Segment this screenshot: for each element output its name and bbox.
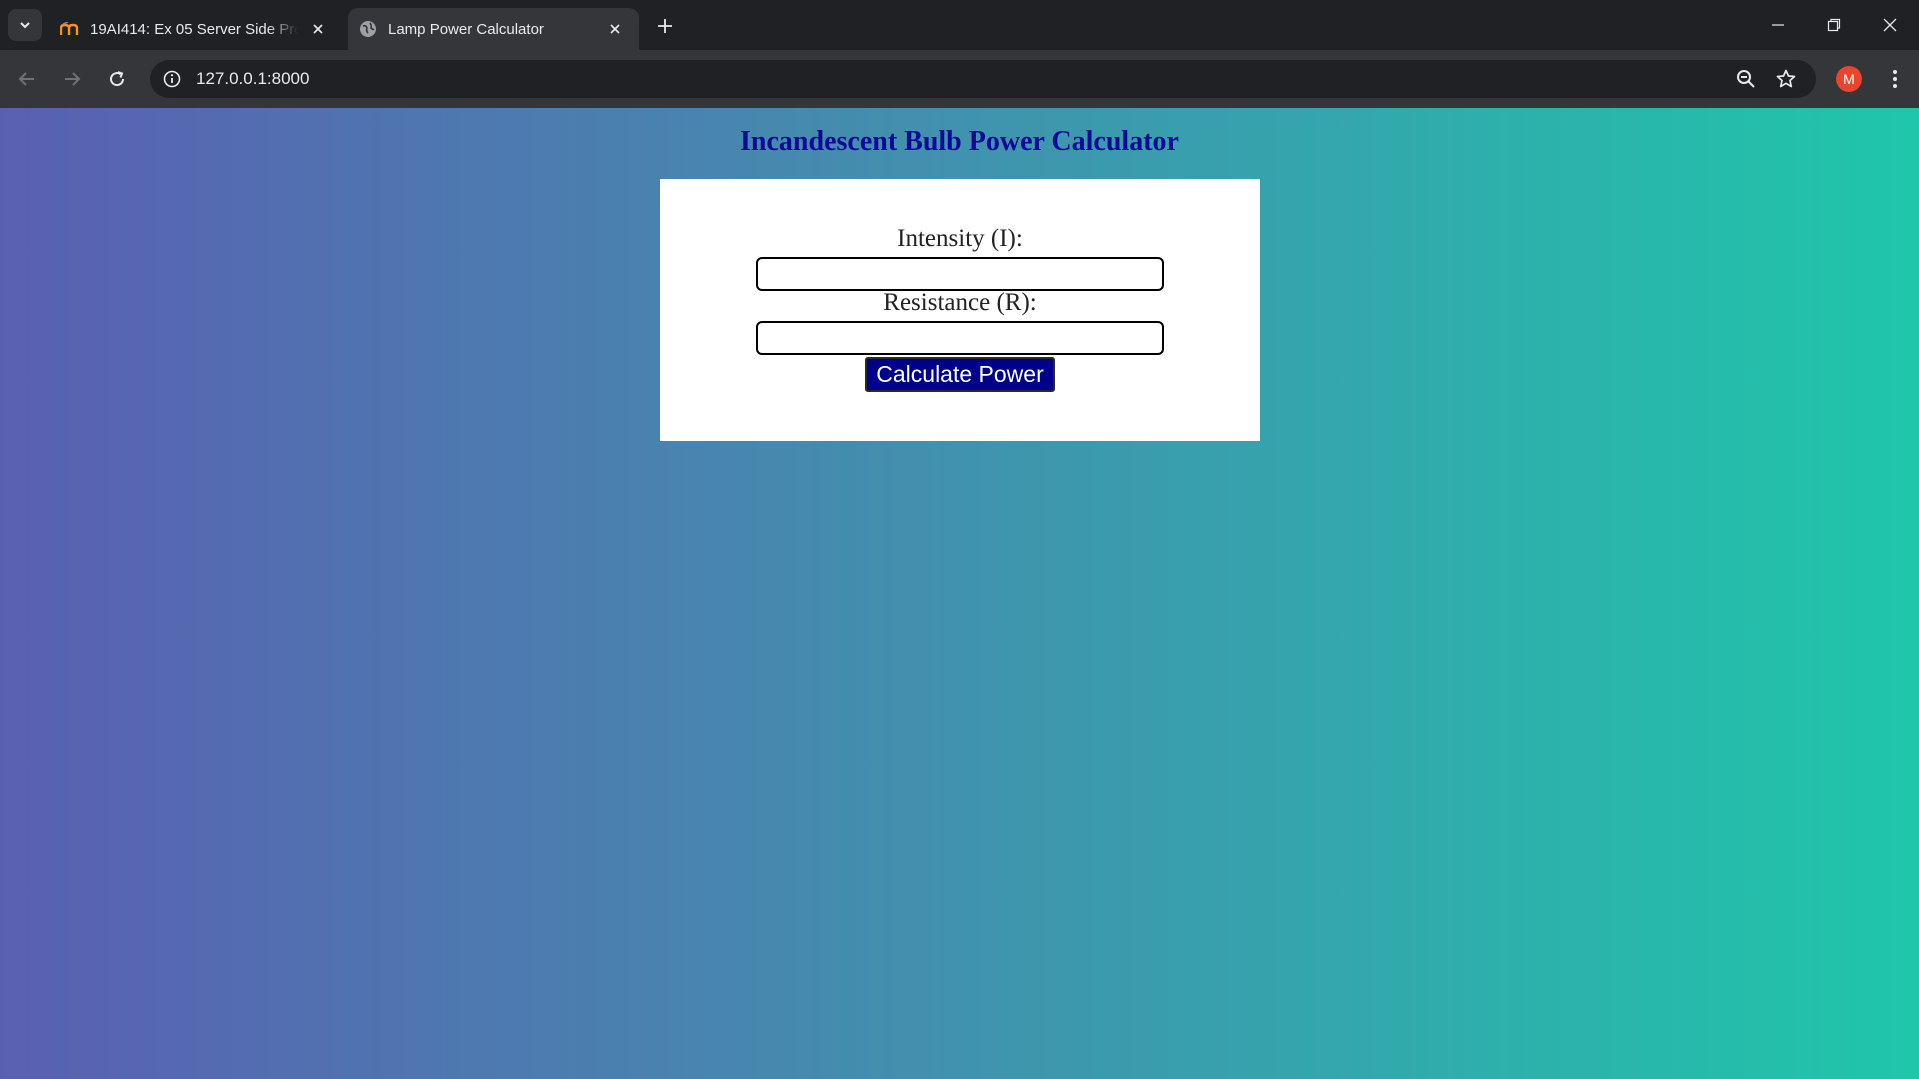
tab-search-button[interactable] [8, 9, 42, 41]
more-vert-icon [1893, 70, 1897, 88]
page-viewport: Incandescent Bulb Power Calculator Inten… [0, 108, 1919, 1079]
close-icon [1883, 18, 1897, 32]
minimize-icon [1772, 24, 1784, 26]
tab-strip: 19AI414: Ex 05 Server Side Processing La… [0, 0, 1919, 50]
tab-lamp-power[interactable]: Lamp Power Calculator [348, 8, 639, 50]
moodle-icon [60, 19, 80, 39]
zoom-icon[interactable] [1732, 65, 1760, 93]
tab-server-side[interactable]: 19AI414: Ex 05 Server Side Processing [50, 8, 342, 50]
site-info-icon[interactable] [158, 65, 186, 93]
profile-avatar[interactable]: M [1836, 66, 1862, 92]
tab-title: Lamp Power Calculator [388, 20, 544, 38]
intensity-input[interactable] [756, 257, 1164, 291]
tab-title: 19AI414: Ex 05 Server Side Processing [90, 20, 298, 38]
address-bar[interactable]: 127.0.0.1:8000 [150, 60, 1816, 98]
url-text[interactable]: 127.0.0.1:8000 [196, 69, 309, 89]
restore-button[interactable] [1806, 0, 1862, 50]
reload-button[interactable] [100, 62, 134, 96]
forward-button[interactable] [55, 62, 89, 96]
minimize-button[interactable] [1750, 0, 1806, 50]
calculator-form: Intensity (I): Resistance (R): Calculate… [660, 179, 1260, 441]
page-title: Incandescent Bulb Power Calculator [740, 126, 1179, 157]
intensity-label: Intensity (I): [897, 225, 1023, 252]
new-tab-button[interactable] [651, 12, 679, 40]
chevron-down-icon [20, 22, 30, 29]
back-button[interactable] [10, 62, 44, 96]
arrow-right-icon [65, 72, 81, 86]
resistance-label: Resistance (R): [883, 289, 1037, 316]
calculate-power-button[interactable]: Calculate Power [865, 357, 1055, 392]
reload-icon [110, 71, 125, 87]
plus-icon [658, 19, 672, 33]
close-tab-icon[interactable] [603, 17, 627, 41]
close-window-button[interactable] [1862, 0, 1918, 50]
browser-toolbar: 127.0.0.1:8000 M [0, 50, 1919, 108]
globe-icon [358, 19, 378, 39]
restore-icon [1827, 18, 1841, 32]
browser-menu-button[interactable] [1880, 64, 1910, 94]
arrow-left-icon [18, 72, 34, 86]
close-tab-icon[interactable] [306, 17, 330, 41]
resistance-input[interactable] [756, 321, 1164, 355]
bookmark-star-icon[interactable] [1772, 65, 1800, 93]
